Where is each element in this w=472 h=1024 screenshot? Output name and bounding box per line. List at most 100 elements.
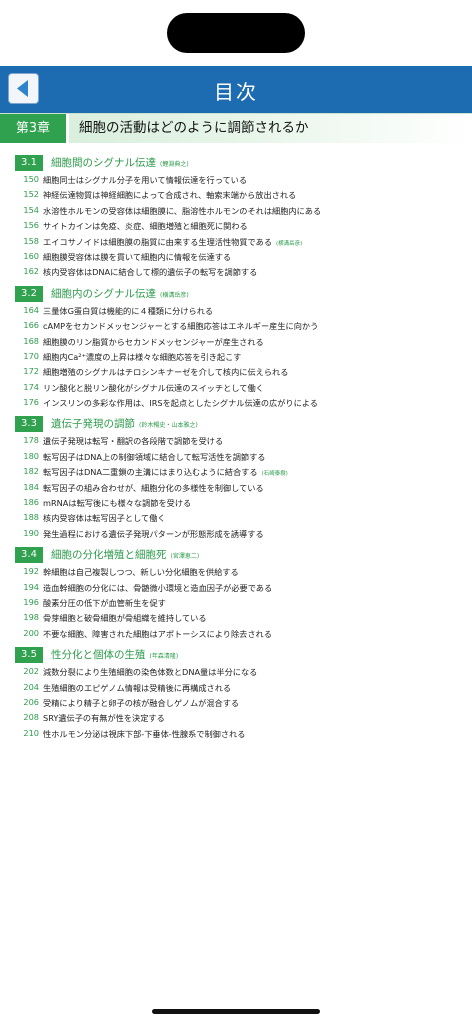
- entry-title: 不要な細胞、障害された細胞はアポトーシスにより除去される: [43, 627, 272, 642]
- section-author: (鯉淵典之): [160, 161, 189, 168]
- section-header[interactable]: 3.2 細胞内のシグナル伝達 (横溝岳彦): [0, 285, 472, 304]
- entry-page-number: 162: [23, 266, 39, 277]
- entry-title-text: 生殖細胞のエピゲノム情報は受精後に再構成される: [43, 682, 232, 693]
- app-header: 目次: [0, 66, 472, 113]
- section-title: 性分化と個体の生殖 (年森清隆): [51, 647, 178, 665]
- entry-title-text: 転写因子の組み合わせが、細胞分化の多様性を制御している: [43, 482, 264, 493]
- entry-title: 水溶性ホルモンの受容体は細胞膜に、脂溶性ホルモンのそれは細胞内にある: [43, 204, 321, 219]
- toc-entry[interactable]: 184 転写因子の組み合わせが、細胞分化の多様性を制御している: [0, 481, 472, 496]
- toc-entry[interactable]: 150 細胞同士はシグナル分子を用いて情報伝達を行っている: [0, 173, 472, 188]
- section-number: 3.3: [15, 416, 43, 433]
- toc-entry[interactable]: 162 核内受容体はDNAに結合して標的遺伝子の転写を調節する: [0, 265, 472, 280]
- entry-title-text: 細胞増殖のシグナルはチロシンキナーゼを介して核内に伝えられる: [43, 367, 289, 378]
- entry-title-text: 水溶性ホルモンの受容体は細胞膜に、脂溶性ホルモンのそれは細胞内にある: [43, 205, 322, 216]
- section-title: 細胞の分化増殖と細胞死 (宮澤恵二): [51, 547, 199, 565]
- section-title: 細胞内のシグナル伝達 (横溝岳彦): [51, 286, 189, 304]
- entry-title: 転写因子の組み合わせが、細胞分化の多様性を制御している: [43, 481, 264, 496]
- toc-entry[interactable]: 178 遺伝子発現は転写・翻訳の各段階で調節を受ける: [0, 434, 472, 449]
- toc-entry[interactable]: 170 細胞内Ca²⁺濃度の上昇は様々な細胞応答を引き起こす: [0, 350, 472, 365]
- entry-page-number: 152: [23, 189, 39, 200]
- entry-title: 幹細胞は自己複製しつつ、新しい分化細胞を供給する: [43, 565, 239, 580]
- entry-title-text: エイコサノイドは細胞膜の脂質に由来する生理活性物質である: [43, 236, 273, 247]
- toc-entry[interactable]: 194 造血幹細胞の分化には、骨髄微小環境と造血因子が必要である: [0, 581, 472, 596]
- entry-author: (石崎泰樹): [261, 471, 288, 478]
- entry-title-text: 核内受容体は転写因子として働く: [43, 513, 166, 524]
- page-title: 目次: [214, 80, 258, 104]
- toc-entry[interactable]: 202 減数分裂により生殖細胞の染色体数とDNA量は半分になる: [0, 665, 472, 680]
- home-indicator: [152, 1009, 320, 1014]
- entry-title: サイトカインは免疫、炎症、細胞増殖と細胞死に関わる: [43, 219, 248, 234]
- toc-entry[interactable]: 174 リン酸化と脱リン酸化がシグナル伝達のスイッチとして働く: [0, 381, 472, 396]
- toc-entry[interactable]: 198 骨芽細胞と破骨細胞が骨組織を維持している: [0, 611, 472, 626]
- entry-title-text: 発生過程における遺伝子発現パターンが形態形成を誘導する: [43, 528, 264, 539]
- table-of-contents: 3.1 細胞間のシグナル伝達 (鯉淵典之) 150 細胞同士はシグナル分子を用いて情報伝…: [0, 155, 472, 747]
- entry-title: 発生過程における遺伝子発現パターンが形態形成を誘導する: [43, 527, 264, 542]
- toc-entry[interactable]: 158 エイコサノイドは細胞膜の脂質に由来する生理活性物質である (横溝岳彦): [0, 235, 472, 250]
- toc-entry[interactable]: 180 転写因子はDNA上の制御領域に結合して転写活性を調節する: [0, 450, 472, 465]
- section-title-text: 細胞間のシグナル伝達: [51, 157, 156, 169]
- entry-page-number: 210: [23, 727, 39, 738]
- toc-entry[interactable]: 156 サイトカインは免疫、炎症、細胞増殖と細胞死に関わる: [0, 219, 472, 234]
- section-number: 3.4: [15, 547, 43, 564]
- section-header[interactable]: 3.3 遺伝子発現の調節 (鈴木暢史・山本雅之): [0, 416, 472, 434]
- toc-entry[interactable]: 210 性ホルモン分泌は視床下部-下垂体-性腺系で制御される: [0, 727, 472, 742]
- toc-entry[interactable]: 206 受精により精子と卵子の核が融合しゲノムが混合する: [0, 696, 472, 711]
- section-author: (年森清隆): [149, 653, 179, 661]
- entry-title-text: 細胞内Ca²⁺濃度の上昇は様々な細胞応答を引き起こす: [43, 351, 242, 362]
- toc-entry[interactable]: 182 転写因子はDNA二重鎖の主溝にはまり込むように結合する (石崎泰樹): [0, 465, 472, 480]
- section-header[interactable]: 3.5 性分化と個体の生殖 (年森清隆): [0, 647, 472, 665]
- entry-title-text: インスリンの多彩な作用は、IRSを起点としたシグナル伝達の広がりによる: [43, 398, 318, 409]
- entry-title: 細胞膜のリン脂質からセカンドメッセンジャーが産生される: [43, 335, 264, 350]
- entry-title-text: 骨芽細胞と破骨細胞が骨組織を維持している: [43, 613, 207, 624]
- section-number: 3.5: [15, 647, 43, 664]
- toc-entry[interactable]: 160 細胞膜受容体は膜を貫いて細胞内に情報を伝達する: [0, 250, 472, 265]
- toc-entry[interactable]: 154 水溶性ホルモンの受容体は細胞膜に、脂溶性ホルモンのそれは細胞内にある: [0, 204, 472, 219]
- entry-title: 核内受容体はDNAに結合して標的遺伝子の転写を調節する: [43, 265, 257, 280]
- entry-page-number: 202: [23, 666, 39, 677]
- toc-entry[interactable]: 164 三量体G蛋白質は機能的に４種類に分けられる: [0, 304, 472, 319]
- entry-title-text: 三量体G蛋白質は機能的に４種類に分けられる: [43, 305, 214, 316]
- entry-page-number: 158: [23, 235, 39, 246]
- section-header[interactable]: 3.4 細胞の分化増殖と細胞死 (宮澤恵二): [0, 547, 472, 565]
- entry-title: 遺伝子発現は転写・翻訳の各段階で調節を受ける: [43, 434, 223, 449]
- toc-section: 3.1 細胞間のシグナル伝達 (鯉淵典之) 150 細胞同士はシグナル分子を用いて情報伝…: [0, 155, 472, 286]
- entry-page-number: 198: [23, 612, 39, 623]
- chapter-label: 第3章: [0, 114, 66, 143]
- toc-entry[interactable]: 200 不要な細胞、障害された細胞はアポトーシスにより除去される: [0, 627, 472, 642]
- toc-entry[interactable]: 190 発生過程における遺伝子発現パターンが形態形成を誘導する: [0, 527, 472, 542]
- toc-entry[interactable]: 188 核内受容体は転写因子として働く: [0, 511, 472, 526]
- toc-entry[interactable]: 196 酸素分圧の低下が血管新生を促す: [0, 596, 472, 611]
- section-author: (宮澤恵二): [170, 553, 200, 561]
- entry-page-number: 180: [23, 450, 39, 461]
- toc-entry[interactable]: 204 生殖細胞のエピゲノム情報は受精後に再構成される: [0, 681, 472, 696]
- section-author: (鈴木暢史・山本雅之): [139, 422, 198, 430]
- toc-entry[interactable]: 172 細胞増殖のシグナルはチロシンキナーゼを介して核内に伝えられる: [0, 365, 472, 380]
- section-title-text: 遺伝子発現の調節: [51, 418, 135, 431]
- entry-title-text: 核内受容体はDNAに結合して標的遺伝子の転写を調節する: [43, 267, 258, 278]
- section-title: 遺伝子発現の調節 (鈴木暢史・山本雅之): [51, 416, 198, 434]
- entry-page-number: 194: [23, 581, 39, 592]
- toc-entry[interactable]: 176 インスリンの多彩な作用は、IRSを起点としたシグナル伝達の広がりによる: [0, 396, 472, 411]
- entry-page-number: 182: [23, 466, 39, 477]
- toc-entry[interactable]: 152 神経伝達物質は神経細胞によって合成され、軸索末端から放出される: [0, 188, 472, 203]
- toc-entry[interactable]: 208 SRY遺伝子の有無が性を決定する: [0, 711, 472, 726]
- toc-entry[interactable]: 168 細胞膜のリン脂質からセカンドメッセンジャーが産生される: [0, 335, 472, 350]
- section-header[interactable]: 3.1 細胞間のシグナル伝達 (鯉淵典之): [0, 155, 472, 171]
- toc-entry[interactable]: 166 cAMPをセカンドメッセンジャーとする細胞応答はエネルギー産生に向かう: [0, 319, 472, 334]
- toc-entry[interactable]: 186 mRNAは転写後にも様々な調節を受ける: [0, 496, 472, 511]
- entry-title-text: mRNAは転写後にも様々な調節を受ける: [43, 498, 192, 509]
- entry-title: 骨芽細胞と破骨細胞が骨組織を維持している: [43, 611, 207, 626]
- entry-title: 造血幹細胞の分化には、骨髄微小環境と造血因子が必要である: [43, 581, 272, 596]
- entry-page-number: 156: [23, 220, 39, 231]
- entry-title-text: サイトカインは免疫、炎症、細胞増殖と細胞死に関わる: [43, 221, 248, 232]
- chapter-title: 細胞の活動はどのように調節されるか: [79, 120, 309, 136]
- entry-title-text: 酸素分圧の低下が血管新生を促す: [43, 597, 166, 608]
- entry-page-number: 200: [23, 627, 39, 638]
- entry-page-number: 150: [23, 174, 39, 184]
- entry-page-number: 204: [23, 681, 39, 692]
- entry-page-number: 190: [23, 527, 39, 538]
- entry-title: SRY遺伝子の有無が性を決定する: [43, 711, 165, 726]
- entry-title-text: 神経伝達物質は神経細胞によって合成され、軸索末端から放出される: [43, 190, 297, 201]
- toc-entry[interactable]: 192 幹細胞は自己複製しつつ、新しい分化細胞を供給する: [0, 565, 472, 580]
- section-title-text: 性分化と個体の生殖: [51, 649, 146, 662]
